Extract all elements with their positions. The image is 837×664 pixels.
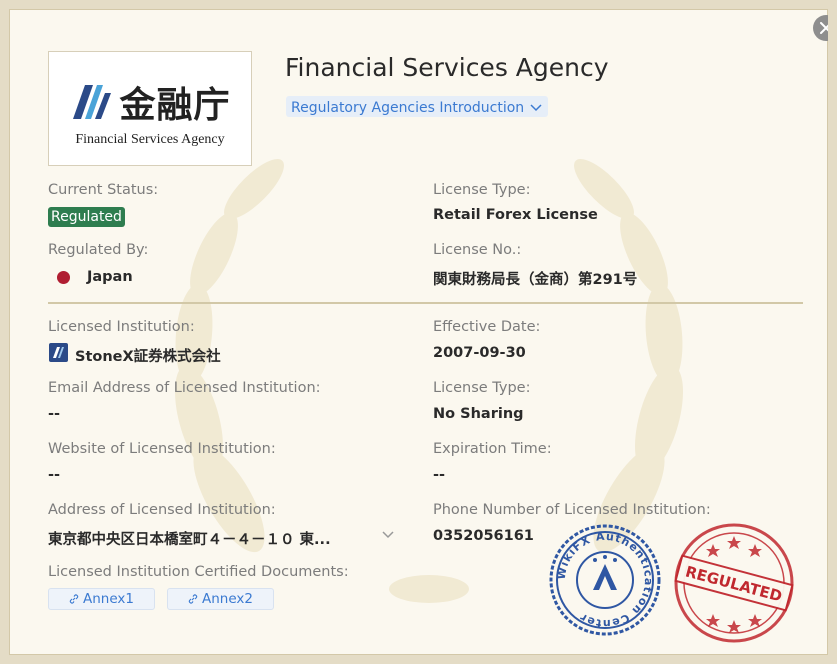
agency-intro-label: Regulatory Agencies Introduction (291, 99, 525, 116)
link-icon (188, 594, 198, 604)
logo-english-name: Financial Services Agency (75, 131, 225, 147)
phone-label: Phone Number of Licensed Institution: (433, 502, 711, 518)
licensed-institution-label: Licensed Institution: (48, 319, 195, 335)
expand-address-chevron-icon[interactable] (382, 531, 394, 539)
status-badge: Regulated (48, 207, 125, 227)
license-no-value: 関東財務局長（金商）第291号 (433, 272, 638, 288)
agency-logo: 金融庁 Financial Services Agency (48, 51, 252, 166)
svg-text:WikiFX Authentication Center: WikiFX Authentication Center (555, 530, 656, 630)
address-label: Address of Licensed Institution: (48, 502, 276, 518)
institution-logo-icon (49, 343, 68, 362)
link-icon (69, 594, 79, 604)
agency-title: Financial Services Agency (285, 53, 609, 82)
license-type-2-label: License Type: (433, 380, 531, 396)
documents-label: Licensed Institution Certified Documents… (48, 564, 349, 580)
annex1-link[interactable]: Annex1 (48, 588, 155, 610)
annex2-label: Annex2 (202, 591, 253, 607)
email-label: Email Address of Licensed Institution: (48, 380, 321, 396)
email-value: -- (48, 406, 61, 422)
license-no-label: License No.: (433, 242, 522, 258)
license-card: 金融庁 Financial Services Agency Financial … (0, 0, 837, 664)
website-label: Website of Licensed Institution: (48, 441, 276, 457)
phone-value: 0352056161 (433, 528, 534, 544)
current-status-label: Current Status: (48, 182, 159, 198)
annex1-label: Annex1 (83, 591, 134, 607)
website-value: -- (48, 467, 61, 483)
section-divider (48, 302, 803, 304)
regulated-stamp-icon: REGULATED (674, 523, 794, 643)
effective-date-value: 2007-09-30 (433, 345, 526, 361)
address-value: 東京都中央区日本橋室町４－４－１０ 東... (48, 532, 331, 548)
licensed-institution-value: StoneX証券株式会社 (75, 349, 221, 365)
expiration-value: -- (433, 467, 446, 483)
expiration-label: Expiration Time: (433, 441, 552, 457)
fsa-emblem-icon (73, 84, 112, 119)
logo-kanji: 金融庁 (119, 83, 231, 126)
agency-intro-dropdown[interactable]: Regulatory Agencies Introduction (286, 96, 549, 117)
license-type-label: License Type: (433, 182, 531, 198)
license-type-2-value: No Sharing (433, 406, 524, 422)
license-type-value: Retail Forex License (433, 207, 598, 223)
wikifx-authentication-stamp-icon: WikiFX Authentication Center (549, 524, 661, 636)
wikifx-stamp-text: WikiFX Authentication Center (555, 530, 655, 630)
effective-date-label: Effective Date: (433, 319, 541, 335)
close-icon (820, 22, 828, 34)
annex2-link[interactable]: Annex2 (167, 588, 274, 610)
regulated-by-value: Japan (87, 269, 133, 285)
regulated-by-label: Regulated By: (48, 242, 149, 258)
close-button[interactable] (813, 15, 828, 41)
japan-flag-icon (57, 271, 70, 284)
chevron-down-icon (530, 103, 542, 111)
